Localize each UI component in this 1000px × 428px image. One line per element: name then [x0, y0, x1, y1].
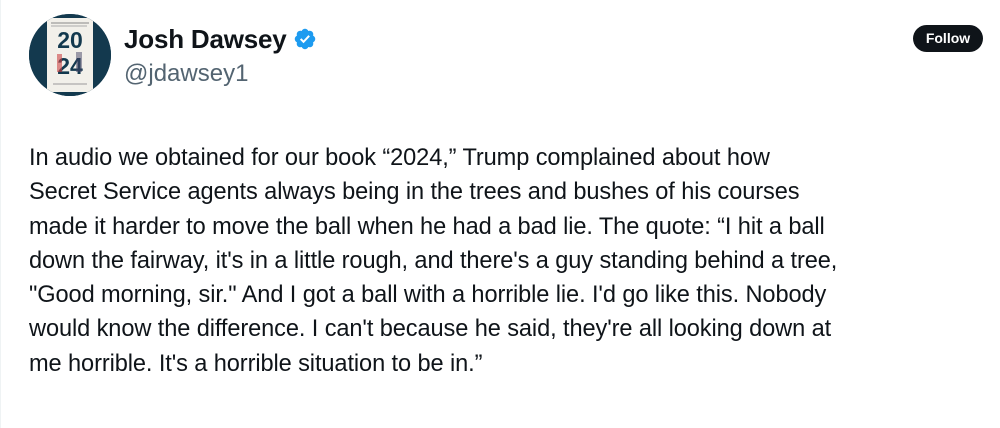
tweet-text-line: down the fairway, it's in a little rough… [29, 247, 838, 274]
tweet-card: 20 24 Josh Dawsey @jdawsey1 Follow In au… [0, 0, 1000, 428]
tweet-text-line: Secret Service agents always being in th… [29, 179, 800, 206]
avatar[interactable]: 20 24 [29, 14, 111, 96]
verified-badge-icon [293, 27, 317, 51]
avatar-text-top: 20 [57, 27, 83, 53]
display-name[interactable]: Josh Dawsey [124, 22, 287, 56]
tweet-text-line: me horrible. It's a horrible situation t… [29, 350, 483, 377]
author-block: Josh Dawsey @jdawsey1 [124, 22, 317, 90]
tweet-text-line: made it harder to move the ball when he … [29, 213, 825, 240]
name-row: Josh Dawsey [124, 22, 317, 56]
tweet-text-line: would know the difference. I can't becau… [29, 316, 832, 343]
follow-button[interactable]: Follow [913, 25, 983, 52]
book-cover-avatar-icon: 20 24 [29, 14, 111, 96]
tweet-text-line: In audio we obtained for our book “2024,… [29, 145, 770, 171]
tweet-text: In audio we obtained for our book “2024,… [29, 141, 989, 381]
tweet-header: 20 24 Josh Dawsey @jdawsey1 Follow [1, 0, 1000, 110]
tweet-text-line: "Good morning, sir." And I got a ball wi… [29, 282, 827, 309]
handle[interactable]: @jdawsey1 [124, 58, 317, 90]
